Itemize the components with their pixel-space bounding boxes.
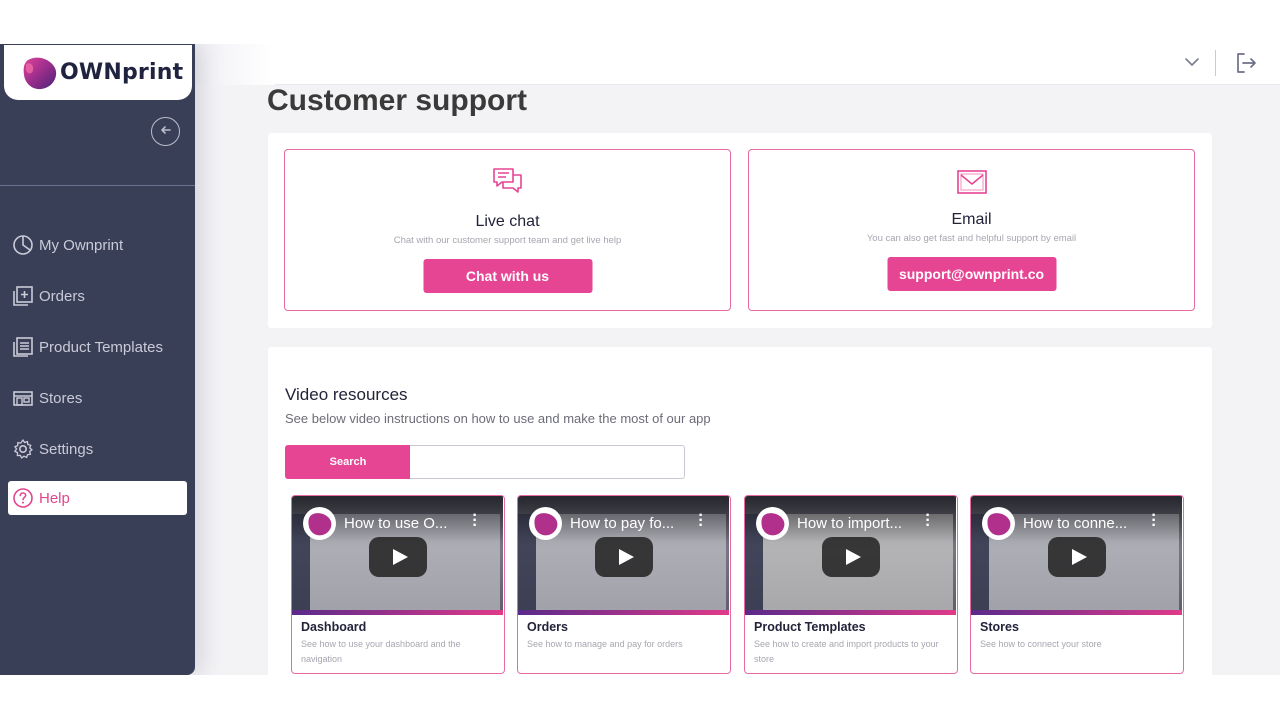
sidebar-item-label: Stores — [39, 389, 83, 407]
sidebar-item-orders[interactable]: Orders — [8, 279, 187, 313]
sidebar-item-label: Help — [39, 489, 70, 507]
chevron-down-icon[interactable] — [1183, 53, 1201, 71]
more-options-icon[interactable]: · · · — [1150, 508, 1158, 534]
sidebar-item-label: My Ownprint — [39, 236, 124, 254]
gear-icon — [14, 439, 33, 459]
video-description: See how to create and import products to… — [754, 639, 939, 664]
more-options-icon[interactable]: · · · — [471, 508, 479, 534]
thumb-progress-bar — [745, 610, 956, 615]
chat-with-us-button[interactable]: Chat with us — [423, 259, 592, 293]
video-card-stores[interactable]: How to conne... · · · Stores See how to co… — [970, 495, 1184, 674]
video-description: See how to manage and pay for orders — [527, 639, 683, 649]
video-card-orders[interactable]: How to pay fo... · · · Orders See how to m… — [517, 495, 731, 674]
collapse-sidebar-button[interactable] — [151, 117, 180, 146]
logo[interactable]: OWNprint — [4, 45, 192, 100]
video-title: Product Templates — [754, 620, 866, 634]
email-address-button[interactable]: support@ownprint.co — [887, 257, 1056, 291]
store-icon — [13, 391, 33, 406]
video-overlay-title: How to conne... — [1023, 515, 1128, 532]
sidebar-item-help[interactable]: Help — [8, 481, 187, 515]
search-button[interactable]: Search — [285, 445, 411, 479]
email-title: Email — [951, 211, 992, 228]
video-title: Stores — [980, 620, 1019, 634]
arrow-left-circle-icon — [159, 123, 173, 140]
sidebar-item-label: Settings — [39, 440, 94, 458]
sidebar: OWNprint My Ownprint Orders Product Temp… — [0, 44, 195, 675]
top-bar — [195, 44, 1280, 85]
add-box-icon — [13, 286, 33, 306]
live-chat-title: Live chat — [475, 213, 540, 230]
live-chat-subtitle: Chat with our customer support team and … — [393, 235, 622, 246]
live-chat-card: Live chat Chat with our customer support… — [284, 149, 731, 311]
video-overlay-title: How to use O... — [344, 515, 448, 532]
play-button-icon[interactable] — [595, 537, 653, 577]
video-title: Dashboard — [301, 620, 367, 634]
play-button-icon[interactable] — [369, 537, 427, 577]
topbar-separator — [1215, 50, 1216, 76]
thumb-progress-bar — [292, 610, 503, 615]
thumb-progress-bar — [971, 610, 1182, 615]
page-title: Customer support — [267, 84, 528, 117]
video-thumbnail[interactable]: How to use O... · · · — [292, 496, 503, 615]
logout-icon[interactable] — [1233, 50, 1259, 76]
video-card-product-templates[interactable]: How to import... · · · Product Templates S… — [744, 495, 958, 674]
chat-bubbles-icon — [491, 165, 525, 199]
email-subtitle: You can also get fast and helpful suppor… — [866, 233, 1077, 244]
video-description: See how to use your dashboard and the na… — [301, 639, 461, 664]
sidebar-item-label: Product Templates — [39, 338, 163, 356]
sidebar-divider — [0, 185, 195, 186]
channel-avatar — [982, 507, 1015, 540]
sidebar-item-label: Orders — [39, 287, 85, 305]
video-resources-title: Video resources — [285, 385, 408, 404]
support-panel: Live chat Chat with our customer support… — [268, 133, 1212, 328]
video-card-dashboard[interactable]: How to use O... · · · Dashboard See how to… — [291, 495, 505, 674]
video-thumbnail[interactable]: How to pay fo... · · · — [518, 496, 729, 615]
search-input[interactable] — [410, 445, 685, 479]
pie-chart-icon — [13, 235, 33, 255]
top-bar-shadow — [195, 44, 275, 85]
video-overlay-title: How to import... — [797, 515, 903, 532]
list-icon — [13, 337, 33, 357]
video-thumbnail[interactable]: How to conne... · · · — [971, 496, 1182, 615]
app-frame: OWNprint My Ownprint Orders Product Temp… — [0, 44, 1280, 675]
more-options-icon[interactable]: · · · — [924, 508, 932, 534]
video-resources-subtitle: See below video instructions on how to u… — [285, 411, 711, 426]
video-overlay-title: How to pay fo... — [570, 515, 675, 532]
envelope-icon — [955, 165, 989, 199]
play-button-icon[interactable] — [1048, 537, 1106, 577]
brand-name: OWNprint — [60, 60, 184, 85]
ownprint-logo-icon — [22, 56, 58, 90]
more-options-icon[interactable]: · · · — [697, 508, 705, 534]
sidebar-item-my-ownprint[interactable]: My Ownprint — [8, 228, 187, 262]
channel-avatar — [756, 507, 789, 540]
video-description: See how to connect your store — [980, 639, 1102, 649]
video-title: Orders — [527, 620, 568, 634]
email-card: Email You can also get fast and helpful … — [748, 149, 1195, 311]
thumb-progress-bar — [518, 610, 729, 615]
sidebar-item-stores[interactable]: Stores — [8, 381, 187, 415]
play-button-icon[interactable] — [822, 537, 880, 577]
sidebar-item-product-templates[interactable]: Product Templates — [8, 330, 187, 364]
video-thumbnail[interactable]: How to import... · · · — [745, 496, 956, 615]
channel-avatar — [529, 507, 562, 540]
channel-avatar — [303, 507, 336, 540]
sidebar-item-settings[interactable]: Settings — [8, 432, 187, 466]
help-circle-icon — [13, 488, 33, 508]
